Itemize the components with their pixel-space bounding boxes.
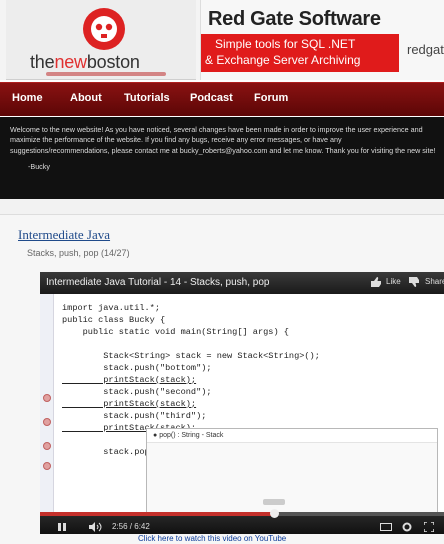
brand-tagline-bar xyxy=(46,72,166,76)
code-line: printStack(stack); xyxy=(62,399,197,409)
nav-tutorials[interactable]: Tutorials xyxy=(124,92,170,104)
video-title[interactable]: Intermediate Java Tutorial - 14 - Stacks… xyxy=(46,277,269,288)
nav-podcast[interactable]: Podcast xyxy=(190,92,233,104)
ad-line-1: Simple tools for SQL .NET xyxy=(215,37,356,51)
autocomplete-item[interactable]: ● pop() : String - Stack xyxy=(147,429,437,443)
settings-gear-icon[interactable] xyxy=(402,522,412,532)
code-line: stack.push("second"); xyxy=(62,387,212,397)
code-line: public class Bucky { xyxy=(62,315,166,325)
youtube-link[interactable]: Click here to watch this video on YouTub… xyxy=(138,534,286,543)
autocomplete-label: pop() : String - Stack xyxy=(159,432,224,439)
brand-name: thenewboston xyxy=(30,52,140,73)
banner-ad[interactable]: Red Gate Software Simple tools for SQL .… xyxy=(200,0,444,80)
breakpoint-marker xyxy=(43,462,51,470)
post-title-link[interactable]: Intermediate Java xyxy=(18,227,110,243)
progress-bar[interactable] xyxy=(40,509,444,518)
code-line: stack.push("third"); xyxy=(62,411,207,421)
post-subtitle: Stacks, push, pop (14/27) xyxy=(27,248,130,258)
video-player[interactable]: Intermediate Java Tutorial - 14 - Stacks… xyxy=(40,272,444,534)
like-button-label[interactable]: Like xyxy=(386,277,401,286)
main-nav: Home About Tutorials Podcast Forum xyxy=(0,82,444,116)
site-logo[interactable]: thenewboston xyxy=(6,0,196,80)
notice-signature: -Bucky xyxy=(28,162,50,172)
dislike-icon[interactable] xyxy=(408,276,420,288)
volume-icon[interactable] xyxy=(88,522,102,532)
site-header: thenewboston Red Gate Software Simple to… xyxy=(0,0,444,80)
section-divider xyxy=(0,199,444,215)
code-line: import java.util.*; xyxy=(62,303,160,313)
notice-text: Welcome to the new website! As you have … xyxy=(10,125,436,155)
nav-forum[interactable]: Forum xyxy=(254,92,288,104)
ad-line-2: & Exchange Server Archiving xyxy=(205,53,361,67)
ad-title: Red Gate Software xyxy=(208,8,381,30)
captions-icon[interactable] xyxy=(380,523,392,531)
brand-middle: new xyxy=(54,52,87,72)
progress-fill xyxy=(40,512,275,516)
like-icon[interactable] xyxy=(370,276,382,288)
main-content: Intermediate Java Stacks, push, pop (14/… xyxy=(0,215,444,544)
code-line: stack.push("bottom"); xyxy=(62,363,212,373)
breakpoint-marker xyxy=(43,442,51,450)
ad-domain: redgate xyxy=(407,42,444,57)
breakpoint-marker xyxy=(43,394,51,402)
editor-gutter xyxy=(40,294,54,512)
skull-logo-icon xyxy=(83,8,125,50)
breakpoint-marker xyxy=(43,418,51,426)
popup-scroll-handle[interactable] xyxy=(263,499,285,505)
code-line: printStack(stack); xyxy=(62,375,197,385)
fullscreen-icon[interactable] xyxy=(424,522,434,532)
brand-prefix: the xyxy=(30,52,55,72)
welcome-notice: Welcome to the new website! As you have … xyxy=(0,117,444,199)
video-time: 2:56 / 6:42 xyxy=(112,522,150,531)
code-line: public static void main(String[] args) { xyxy=(62,327,289,337)
nav-home[interactable]: Home xyxy=(12,92,43,104)
brand-suffix: boston xyxy=(86,52,140,72)
code-editor-frame: import java.util.*; public class Bucky {… xyxy=(40,294,444,514)
autocomplete-popup[interactable]: ● pop() : String - Stack xyxy=(146,428,438,514)
code-line: Stack<String> stack = new Stack<String>(… xyxy=(62,351,320,361)
pause-icon[interactable] xyxy=(56,523,68,531)
share-button-label[interactable]: Share xyxy=(425,277,444,286)
nav-about[interactable]: About xyxy=(70,92,102,104)
